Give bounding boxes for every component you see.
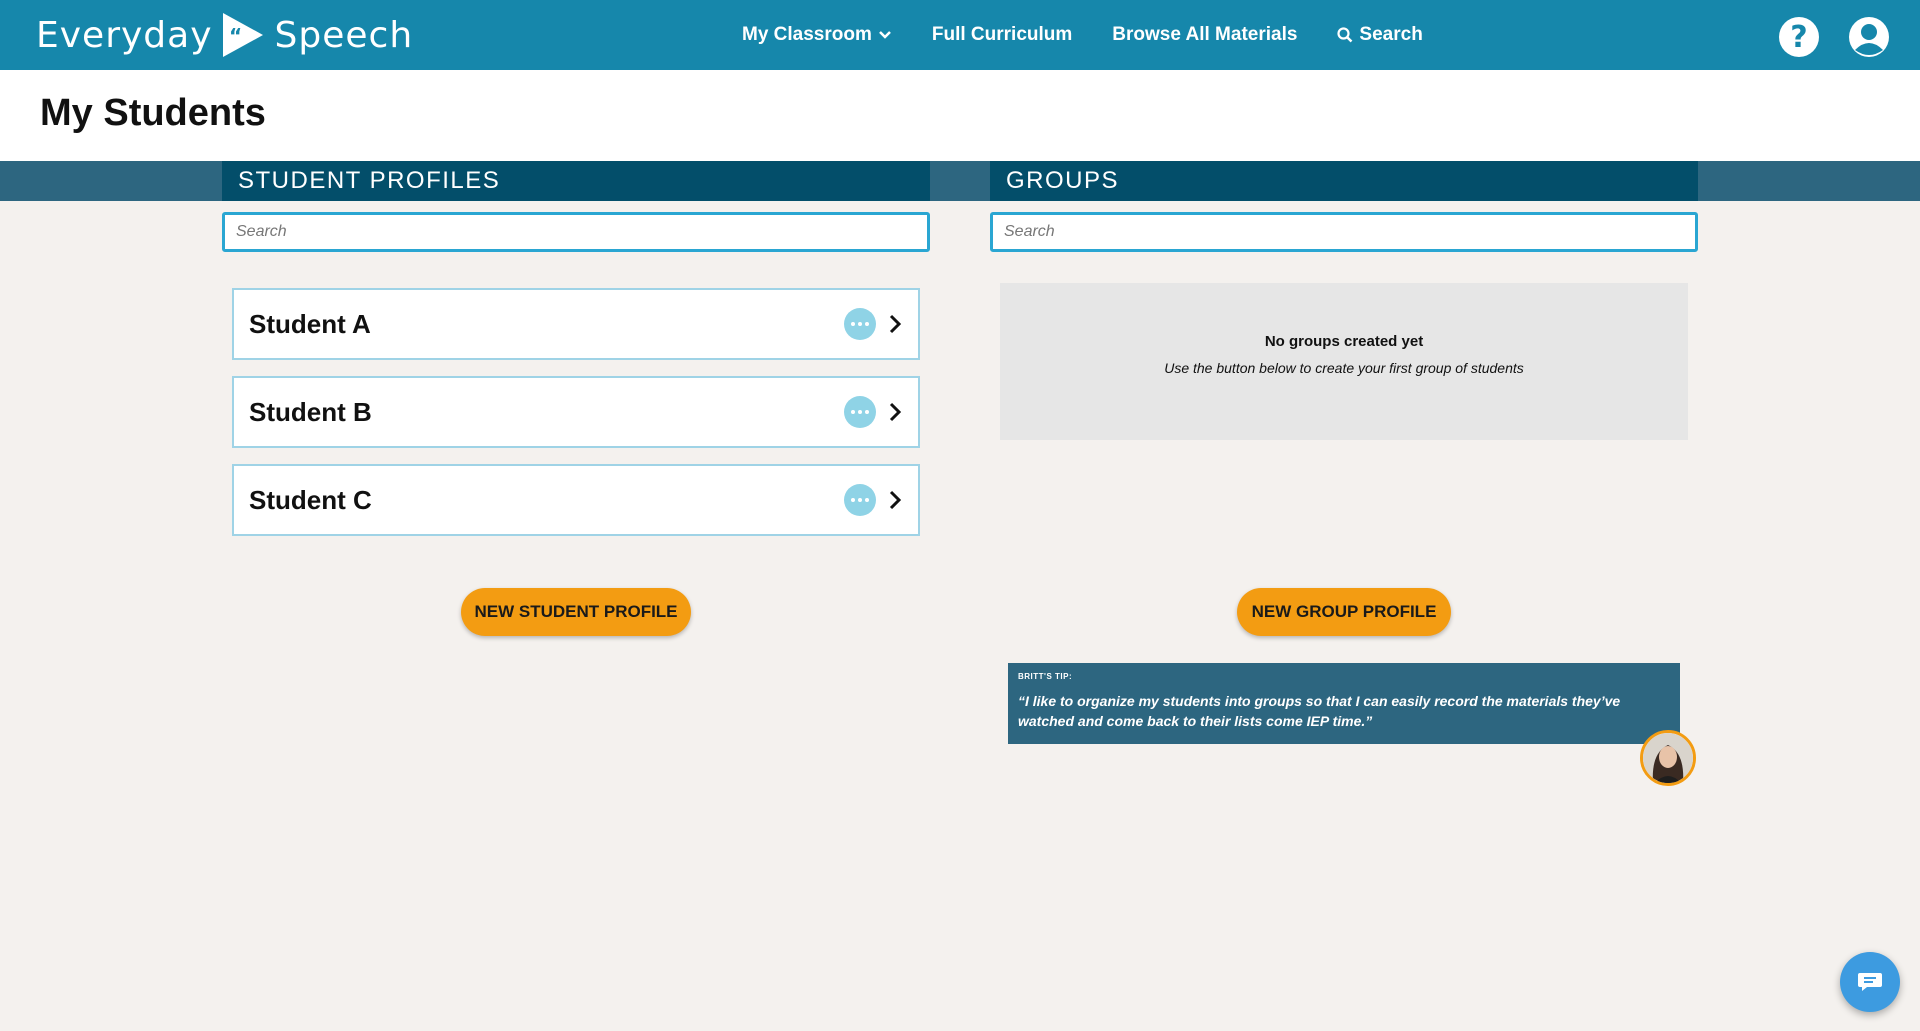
svg-text:?: ? [1790, 20, 1807, 55]
speech-play-logo-icon: “ [222, 13, 263, 57]
main-nav: My Classroom Full Curriculum Browse All … [742, 0, 1463, 70]
chevron-down-icon [878, 31, 891, 39]
chevron-right-icon [889, 490, 902, 510]
brand-name-part1: Everyday [36, 14, 213, 56]
more-options-icon[interactable] [844, 484, 876, 516]
nav-browse-all-materials[interactable]: Browse All Materials [1112, 24, 1297, 46]
chat-bubble-icon [1858, 973, 1882, 991]
nav-search-label: Search [1359, 24, 1423, 45]
title-area: My Students [0, 70, 1920, 161]
tip-box: BRITT'S TIP: “I like to organize my stud… [1008, 663, 1680, 744]
chevron-right-icon [889, 402, 902, 422]
student-search-input[interactable] [222, 212, 930, 252]
nav-browse-materials-label: Browse All Materials [1112, 24, 1298, 45]
nav-full-curriculum[interactable]: Full Curriculum [932, 24, 1072, 46]
person-avatar-icon [1643, 733, 1693, 783]
empty-state-title: No groups created yet [1264, 333, 1424, 350]
groups-empty-state: No groups created yet Use the button bel… [1000, 283, 1688, 440]
more-options-icon[interactable] [844, 396, 876, 428]
svg-text:“: “ [229, 24, 243, 48]
page-title: My Students [40, 92, 266, 134]
nav-full-curriculum-label: Full Curriculum [931, 24, 1073, 45]
more-options-icon[interactable] [844, 308, 876, 340]
student-name: Student A [249, 308, 371, 339]
student-card[interactable]: Student C [232, 464, 920, 536]
top-navbar: Everyday “ Speech My Classroom Full Curr… [0, 0, 1920, 70]
nav-my-classroom-label: My Classroom [742, 24, 872, 45]
empty-state-subtitle: Use the button below to create your firs… [1164, 360, 1524, 376]
student-name: Student B [249, 396, 372, 427]
account-icon[interactable] [1848, 16, 1890, 58]
chat-button[interactable] [1840, 952, 1900, 1012]
help-icon[interactable]: ? [1778, 16, 1820, 58]
new-group-profile-button[interactable]: NEW GROUP PROFILE [1237, 588, 1451, 636]
brand-name-part2: Speech [274, 14, 414, 56]
new-student-profile-button[interactable]: NEW STUDENT PROFILE [461, 588, 691, 636]
nav-search[interactable]: Search [1337, 24, 1423, 46]
student-name: Student C [249, 484, 372, 515]
student-profiles-heading: STUDENT PROFILES [222, 161, 930, 201]
nav-my-classroom[interactable]: My Classroom [742, 24, 892, 46]
groups-heading: GROUPS [990, 161, 1698, 201]
student-card[interactable]: Student A [232, 288, 920, 360]
tip-quote: “I like to organize my students into gro… [1018, 693, 1621, 729]
brand-logo[interactable]: Everyday “ Speech [36, 11, 413, 59]
group-search-input[interactable] [990, 212, 1698, 252]
tip-author-avatar [1640, 730, 1696, 786]
tip-label: BRITT'S TIP: [1018, 672, 1073, 681]
search-icon [1337, 27, 1353, 43]
student-card[interactable]: Student B [232, 376, 920, 448]
chevron-right-icon [889, 314, 902, 334]
